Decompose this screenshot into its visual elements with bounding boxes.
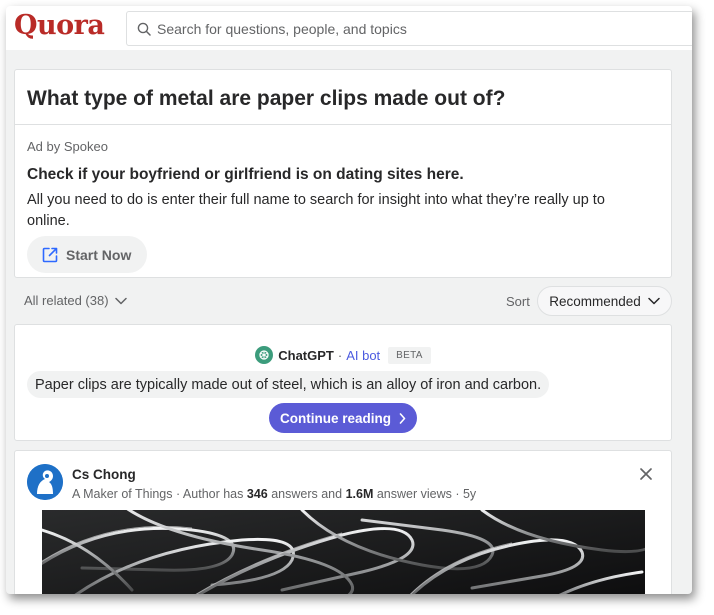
ad-body: All you need to do is enter their full n…: [27, 192, 605, 229]
cred-suffix: answer views · 5y: [373, 487, 477, 501]
all-related-dropdown[interactable]: All related (38): [24, 293, 127, 308]
answer-card: Cs Chong A Maker of Things · Author has …: [14, 450, 672, 594]
search-icon: [137, 22, 151, 36]
separator-dot: ·: [337, 347, 343, 363]
author-name[interactable]: Cs Chong: [72, 467, 136, 482]
external-link-icon: [42, 247, 58, 262]
chatgpt-name[interactable]: ChatGPT: [278, 348, 334, 363]
chatgpt-answer-text: Paper clips are typically made out of st…: [27, 371, 550, 398]
start-now-label: Start Now: [66, 246, 132, 263]
divider: [15, 124, 671, 125]
answers-count: 346: [246, 487, 268, 501]
paper-clips-photo: [42, 510, 645, 594]
chatgpt-header: ChatGPT · AI bot BETA: [15, 346, 671, 364]
question-card: What type of metal are paper clips made …: [14, 69, 672, 278]
all-related-label: All related (38): [24, 293, 109, 308]
sort-dropdown[interactable]: Recommended: [537, 286, 672, 316]
avatar[interactable]: [27, 464, 63, 500]
chatgpt-card: ChatGPT · AI bot BETA Paper clips are ty…: [14, 324, 672, 441]
top-header: Quora: [6, 6, 692, 50]
continue-reading-button[interactable]: Continue reading: [269, 403, 417, 433]
cred-prefix: A Maker of Things · Author has: [72, 487, 247, 501]
beta-badge: BETA: [388, 346, 431, 364]
search-input[interactable]: [157, 20, 657, 37]
search-bar[interactable]: [126, 11, 692, 46]
chevron-down-icon: [114, 297, 127, 304]
cred-mid: answers and: [267, 487, 346, 501]
continue-reading-label: Continue reading: [280, 410, 391, 426]
quora-logo[interactable]: Quora: [14, 10, 105, 41]
chevron-right-icon: [399, 412, 406, 424]
start-now-button[interactable]: Start Now: [27, 236, 148, 273]
sort-value: Recommended: [549, 293, 641, 309]
ad-label: Ad by Spokeo: [27, 139, 108, 154]
sort-label: Sort: [506, 294, 530, 309]
chevron-down-icon: [648, 297, 660, 305]
close-icon[interactable]: [638, 466, 654, 482]
ai-bot-link[interactable]: AI bot: [346, 348, 380, 363]
question-title[interactable]: What type of metal are paper clips made …: [27, 87, 505, 111]
chatgpt-logo-icon: [255, 346, 274, 364]
author-credentials: A Maker of Things · Author has 346 answe…: [72, 487, 476, 501]
views-count: 1.6M: [345, 487, 374, 501]
ad-headline[interactable]: Check if your boyfriend or girlfriend is…: [27, 166, 464, 184]
browser-window: Quora What type of metal are paper clips…: [6, 6, 692, 594]
